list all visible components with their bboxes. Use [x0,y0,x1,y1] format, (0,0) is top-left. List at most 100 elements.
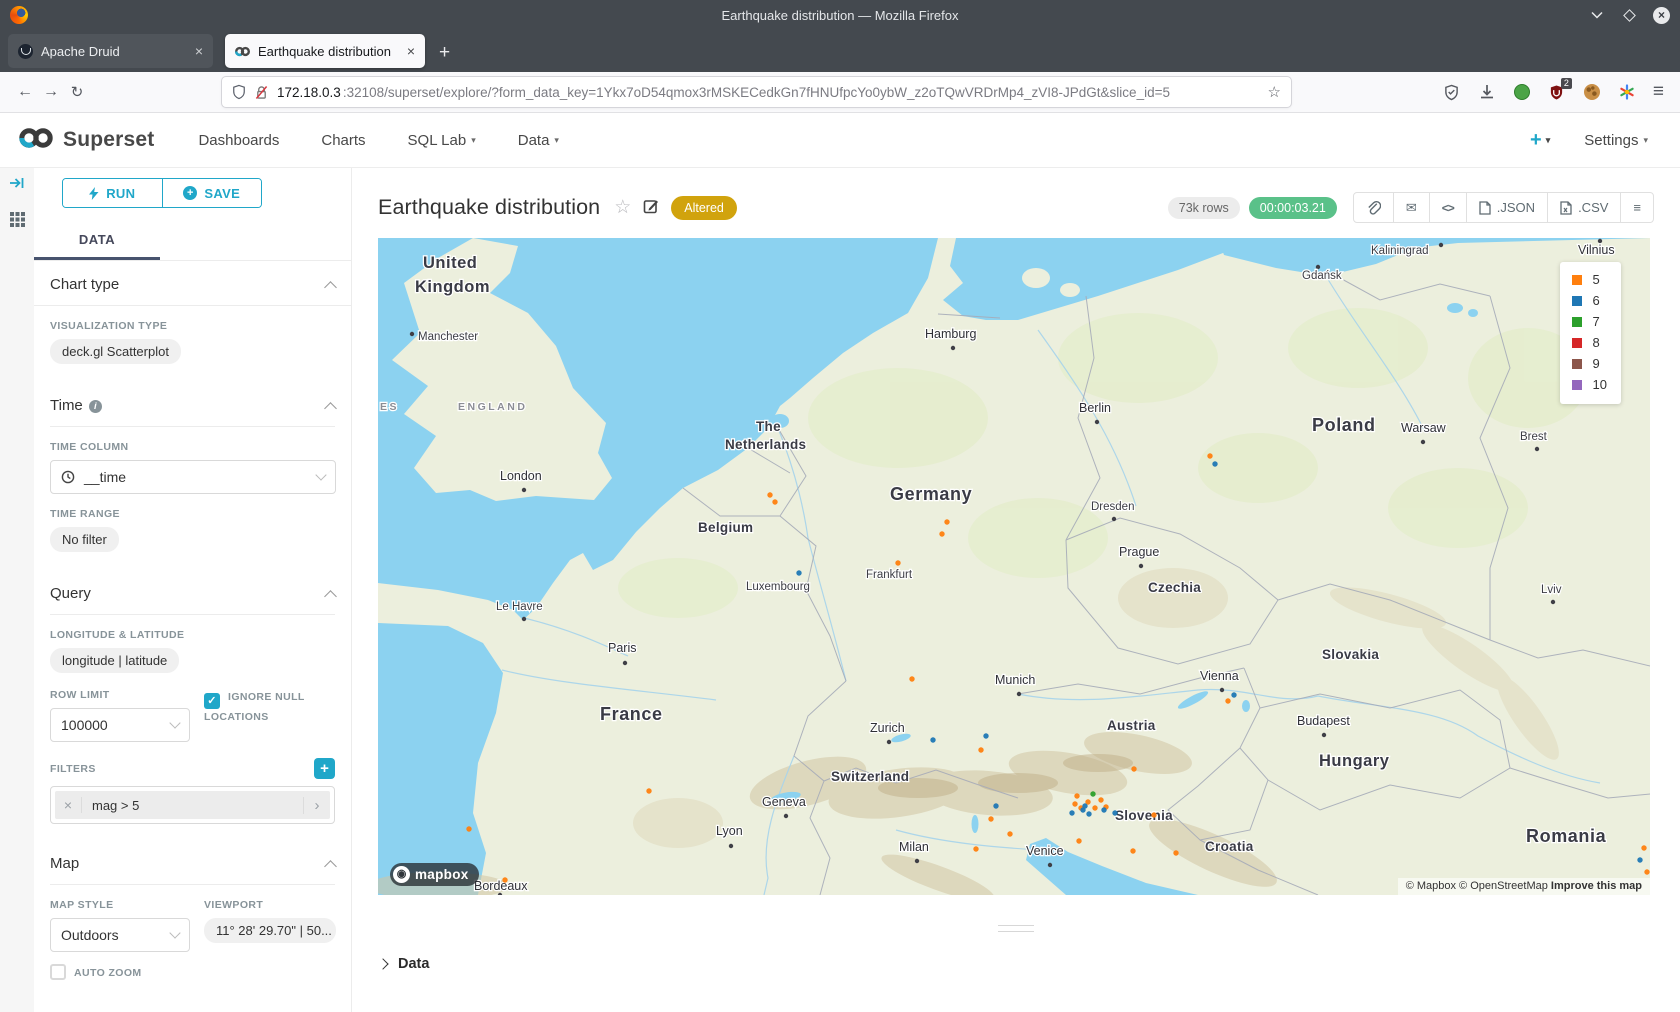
add-new-button[interactable]: +▾ [1530,129,1550,152]
window-minimize-button[interactable] [1589,7,1605,23]
tracking-shield-icon[interactable] [232,84,246,100]
legend-item[interactable]: 10 [1572,377,1607,392]
svg-text:Warsaw: Warsaw [1401,421,1447,435]
viewport-value[interactable]: 11° 28' 29.70" | 50... [204,918,336,943]
extension-green-icon[interactable] [1513,83,1531,101]
checkbox-checked-icon[interactable]: ✓ [204,693,220,709]
section-map[interactable]: Map [50,840,335,885]
pocket-shield-icon[interactable] [1443,83,1461,101]
section-time[interactable]: Timei [50,382,335,427]
back-icon[interactable]: ← [12,83,38,101]
chevron-down-icon [315,469,326,480]
reload-icon[interactable]: ↻ [64,83,90,101]
svg-text:Luxembourg: Luxembourg [746,581,810,593]
chevron-right-icon[interactable]: › [303,797,330,814]
row-count-badge: 73k rows [1168,197,1240,219]
tab-close-icon[interactable]: × [407,43,415,59]
superset-logo[interactable] [18,127,54,154]
legend-swatch [1572,275,1582,285]
bookmark-star-icon[interactable]: ☆ [1268,83,1281,101]
more-options-icon[interactable]: ≡ [1620,193,1653,222]
tab-apache-druid[interactable]: Apache Druid × [8,34,213,68]
nav-data[interactable]: Data▾ [518,132,559,149]
section-point-size[interactable]: Point Size [50,996,335,1012]
clock-icon [61,470,75,484]
mapbox-logo[interactable]: ◉ mapbox [390,863,479,886]
section-query[interactable]: Query [50,570,335,615]
email-button[interactable]: ✉ [1393,193,1429,222]
filter-chip[interactable]: × mag > 5 › [55,791,330,819]
forward-icon[interactable]: → [38,83,64,101]
chevron-up-icon [324,590,337,603]
url-bar[interactable]: 172.18.0.3 :32108/superset/explore/?form… [222,77,1291,107]
deckgl-scatterplot-map[interactable]: UnitedKingdomManchesterENGLANDLondonESLe… [378,238,1650,895]
file-icon [1479,201,1491,215]
filter-value[interactable]: mag > 5 [82,798,303,813]
window-maximize-button[interactable] [1621,7,1637,23]
insecure-lock-icon[interactable] [255,85,268,100]
export-json-button[interactable]: .JSON [1466,193,1547,222]
legend-item[interactable]: 6 [1572,293,1607,308]
svg-text:Brest: Brest [1520,431,1548,443]
legend-item[interactable]: 8 [1572,335,1607,350]
cookie-extension-icon[interactable] [1583,83,1601,101]
svg-text:Bordeaux: Bordeaux [474,879,528,893]
embed-code-button[interactable]: <> [1429,193,1466,222]
window-close-button[interactable]: × [1653,7,1670,24]
tab-earthquake-distribution[interactable]: Earthquake distribution × [225,34,425,68]
time-range-value[interactable]: No filter [50,527,119,552]
svg-text:Prague: Prague [1119,545,1159,559]
expand-panel-icon[interactable] [9,176,25,195]
data-panel-toggle[interactable]: Data [379,956,1680,972]
row-limit-select[interactable]: 100000 [50,708,190,742]
legend-item[interactable]: 7 [1572,314,1607,329]
auto-zoom-checkbox[interactable]: AUTO ZOOM [50,964,190,982]
colorful-extension-icon[interactable] [1618,83,1636,101]
checkbox-unchecked-icon[interactable] [50,964,66,980]
query-duration-badge: 00:00:03.21 [1249,197,1337,219]
map-attribution[interactable]: © Mapbox © OpenStreetMap Improve this ma… [1398,878,1650,895]
brand-name[interactable]: Superset [63,128,154,152]
favorite-star-icon[interactable]: ☆ [614,196,631,219]
browser-toolbar: ← → ↻ 172.18.0.3 :32108/superset/explore… [0,72,1680,113]
legend-item[interactable]: 9 [1572,356,1607,371]
export-csv-button[interactable]: .CSV [1547,193,1620,222]
section-chart-type[interactable]: Chart type [50,261,335,297]
time-column-select[interactable]: __time [50,460,336,494]
svg-text:Kingdom: Kingdom [415,278,490,296]
run-button[interactable]: RUN [63,179,162,207]
chevron-right-icon [377,958,388,969]
chevron-down-icon: ▾ [471,135,476,146]
copy-link-button[interactable] [1354,193,1393,222]
tab-label: Earthquake distribution [258,44,391,59]
edit-properties-icon[interactable] [643,198,659,218]
svg-text:United: United [423,254,477,272]
tab-data[interactable]: DATA [34,224,160,260]
druid-favicon [18,44,33,59]
settings-menu[interactable]: Settings▾ [1584,132,1648,149]
remove-filter-icon[interactable]: × [55,797,82,813]
dataset-grid-icon[interactable] [9,211,26,233]
altered-badge: Altered [671,196,737,220]
tab-close-icon[interactable]: × [195,43,203,59]
legend-item[interactable]: 5 [1572,272,1607,287]
nav-charts[interactable]: Charts [321,132,365,149]
nav-sql-lab[interactable]: SQL Lab▾ [408,132,476,149]
nav-dashboards[interactable]: Dashboards [198,132,279,149]
legend-swatch [1572,296,1582,306]
improve-map-link[interactable]: Improve this map [1551,880,1642,892]
save-button[interactable]: + SAVE [162,179,262,207]
lonlat-label: LONGITUDE & LATITUDE [50,629,335,641]
ublock-icon[interactable]: 2 [1548,83,1566,101]
menu-icon[interactable]: ≡ [1653,81,1664,103]
map-style-select[interactable]: Outdoors [50,918,190,952]
new-tab-button[interactable]: + [439,42,450,64]
add-filter-button[interactable]: + [314,758,335,779]
lonlat-value[interactable]: longitude | latitude [50,648,179,673]
legend-swatch [1572,380,1582,390]
viz-type-value[interactable]: deck.gl Scatterplot [50,339,181,364]
resize-handle[interactable] [998,925,1034,932]
ignore-null-checkbox[interactable]: ✓IGNORE NULL LOCATIONS [204,689,305,726]
left-rail [0,168,34,1012]
downloads-icon[interactable] [1478,83,1496,101]
